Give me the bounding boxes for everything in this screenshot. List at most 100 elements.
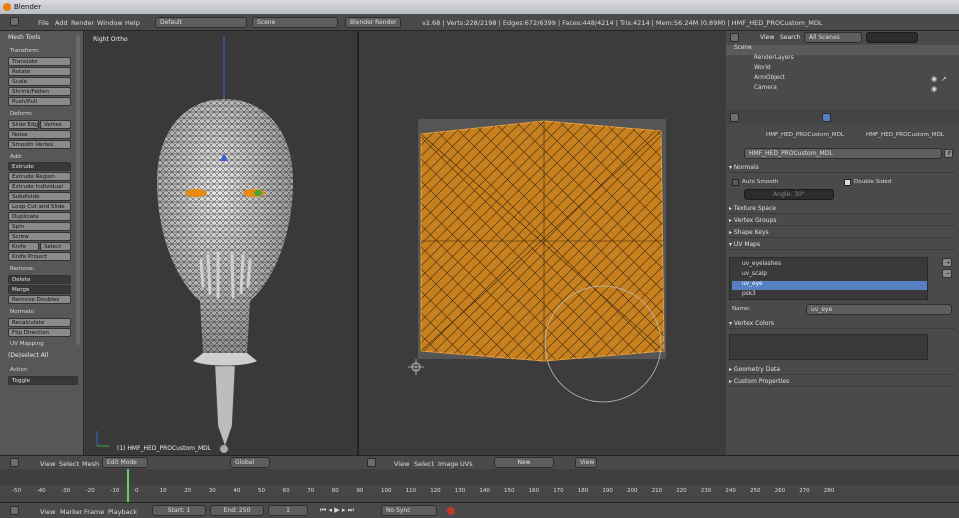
recalculate-button[interactable]: Recalculate [8,318,71,327]
uv-view-menu[interactable]: View [394,460,409,468]
uv-select-menu[interactable]: Select [414,460,434,468]
slide-vertex-button[interactable]: Vertex [40,120,71,129]
vertex-groups-panel-header[interactable]: ▸ Vertex Groups [729,216,955,226]
add-uv-map-button[interactable]: + [942,258,952,267]
knife-project-button[interactable]: Knife Project [8,252,71,261]
menu-help[interactable]: Help [125,19,140,27]
merge-dropdown[interactable]: Merge [8,285,71,294]
uv-name-field[interactable]: uv_eye [806,304,952,315]
geometry-data-panel-header[interactable]: ▸ Geometry Data [729,365,955,375]
outliner-filter-dropdown[interactable]: All Scenes [804,32,862,43]
outliner-row-renderlayers[interactable]: RenderLayers [754,55,794,64]
timeline[interactable]: -50 -40 -30 -20 -10 0 10 20 30 40 50 60 70 80 90 100 110… [0,469,959,502]
uv-view-dropdown[interactable]: View [575,457,597,468]
menu-add[interactable]: Add [55,19,68,27]
noise-button[interactable]: Noise [8,130,71,139]
transform-orientation-selector[interactable]: Global [230,457,270,468]
toolshelf-scrollbar[interactable] [76,35,80,345]
uv-editor-type-icon[interactable] [367,458,376,467]
timeline-editor-type-icon[interactable] [10,506,19,515]
auto-smooth-angle-field[interactable]: Angle: 30° [744,189,834,200]
current-frame-field[interactable]: 1 [268,505,308,516]
uv-maps-panel-header[interactable]: ▾ UV Maps [729,240,955,250]
camera-visibility-eye-icon[interactable]: ◉ [931,85,937,93]
uv-map-item[interactable]: psk3 [732,291,927,300]
breadcrumb-object[interactable]: HMF_HED_PROCustom_MDL [766,132,844,138]
mode-selector[interactable]: Edit Mode [102,457,148,468]
mesh-name-field[interactable]: HMF_HED_PROCustom_MDL [744,148,942,159]
3d-editor-type-icon[interactable] [10,458,19,467]
shape-keys-panel-header[interactable]: ▸ Shape Keys [729,228,955,238]
uv-uvs-menu[interactable]: UVs [460,460,473,468]
timeline-playback-menu[interactable]: Playback [108,508,137,516]
duplicate-button[interactable]: Duplicate [8,212,71,221]
start-frame-field[interactable]: Start: 1 [152,505,206,516]
record-icon[interactable] [447,507,455,515]
mesh-tools-header[interactable]: Mesh Tools [8,34,40,41]
auto-smooth-checkbox[interactable] [732,179,739,186]
scale-button[interactable]: Scale [8,77,71,86]
double-sided-checkbox[interactable] [844,179,851,186]
restrict-select-icon[interactable]: ➚ [941,75,947,83]
scene-selector[interactable]: Scene [252,17,338,28]
editor-type-icon[interactable] [10,17,19,26]
current-frame-indicator[interactable] [127,469,129,502]
outliner-editor-icon[interactable] [730,33,739,42]
deselect-all-header[interactable]: (De)select All [8,352,48,359]
rotate-button[interactable]: Rotate [8,67,71,76]
menu-file[interactable]: File [38,19,49,27]
render-engine-selector[interactable]: Blender Render [345,17,401,28]
viewport-3d[interactable]: Right Ortho (1) HMF_HED_PROCustom_MDL [85,31,357,455]
outliner-search-menu[interactable]: Search [780,34,801,41]
custom-properties-panel-header[interactable]: ▸ Custom Properties [729,377,955,387]
uv-map-item-selected[interactable]: uv_eye [732,281,927,290]
uv-map-item[interactable]: uv_scalp [732,271,927,280]
outliner-search-input[interactable] [866,32,918,43]
timeline-marker-menu[interactable]: Marker [60,508,82,516]
smooth-vertex-button[interactable]: Smooth Vertex [8,140,71,149]
uv-layout-drawing[interactable] [359,31,725,455]
3d-select-menu[interactable]: Select [59,460,79,468]
screw-button[interactable]: Screw [8,232,71,241]
spin-button[interactable]: Spin [8,222,71,231]
outliner-row-armobject[interactable]: ArmObject [754,75,785,84]
outliner-row-camera[interactable]: Camera [754,85,777,94]
slide-edge-button[interactable]: Slide Edge [8,120,39,129]
translate-button[interactable]: Translate [8,57,71,66]
uv-map-item[interactable]: uv_eyelashes [732,261,927,270]
breadcrumb-mesh[interactable]: HMF_HED_PROCustom_MDL [866,132,944,138]
knife-button[interactable]: Knife [8,242,39,251]
properties-editor-icon[interactable] [730,113,739,122]
extrude-individual-button[interactable]: Extrude Individual [8,182,71,191]
3d-mesh-menu[interactable]: Mesh [82,460,99,468]
extrude-dropdown[interactable]: Extrude [8,162,71,171]
menu-window[interactable]: Window [97,19,123,27]
timeline-view-menu[interactable]: View [40,508,55,516]
texture-space-panel-header[interactable]: ▸ Texture Space [729,204,955,214]
outliner-row-scene[interactable]: Scene [734,45,752,54]
shrink-fatten-button[interactable]: Shrink/Fatten [8,87,71,96]
fake-user-button[interactable]: F [944,149,953,158]
sync-mode-dropdown[interactable]: No Sync [381,505,437,516]
subdivide-button[interactable]: Subdivide [8,192,71,201]
mesh-data-tab-icon[interactable] [822,113,831,122]
knife-select-button[interactable]: Select [40,242,71,251]
timeline-frame-menu[interactable]: Frame [84,508,104,516]
delete-dropdown[interactable]: Delete [8,275,71,284]
uv-image-menu[interactable]: Image [438,460,458,468]
uv-image-editor[interactable] [359,31,725,455]
action-toggle-dropdown[interactable]: Toggle [8,376,78,385]
vertex-colors-list[interactable] [729,334,928,360]
remove-uv-map-button[interactable]: − [942,269,952,278]
flip-direction-button[interactable]: Flip Direction [8,328,71,337]
push-pull-button[interactable]: Push/Pull [8,97,71,106]
remove-doubles-button[interactable]: Remove Doubles [8,295,71,304]
vertex-colors-panel-header[interactable]: ▾ Vertex Colors [729,319,955,329]
new-image-button[interactable]: New [494,457,554,468]
playback-controls-icon[interactable]: ⏮ ◂ ▶ ▸ ⏭ [320,506,354,515]
extrude-region-button[interactable]: Extrude Region [8,172,71,181]
layout-selector[interactable]: Default [155,17,247,28]
loop-cut-button[interactable]: Loop Cut and Slide [8,202,71,211]
end-frame-field[interactable]: End: 250 [210,505,264,516]
outliner-view-menu[interactable]: View [760,34,774,41]
